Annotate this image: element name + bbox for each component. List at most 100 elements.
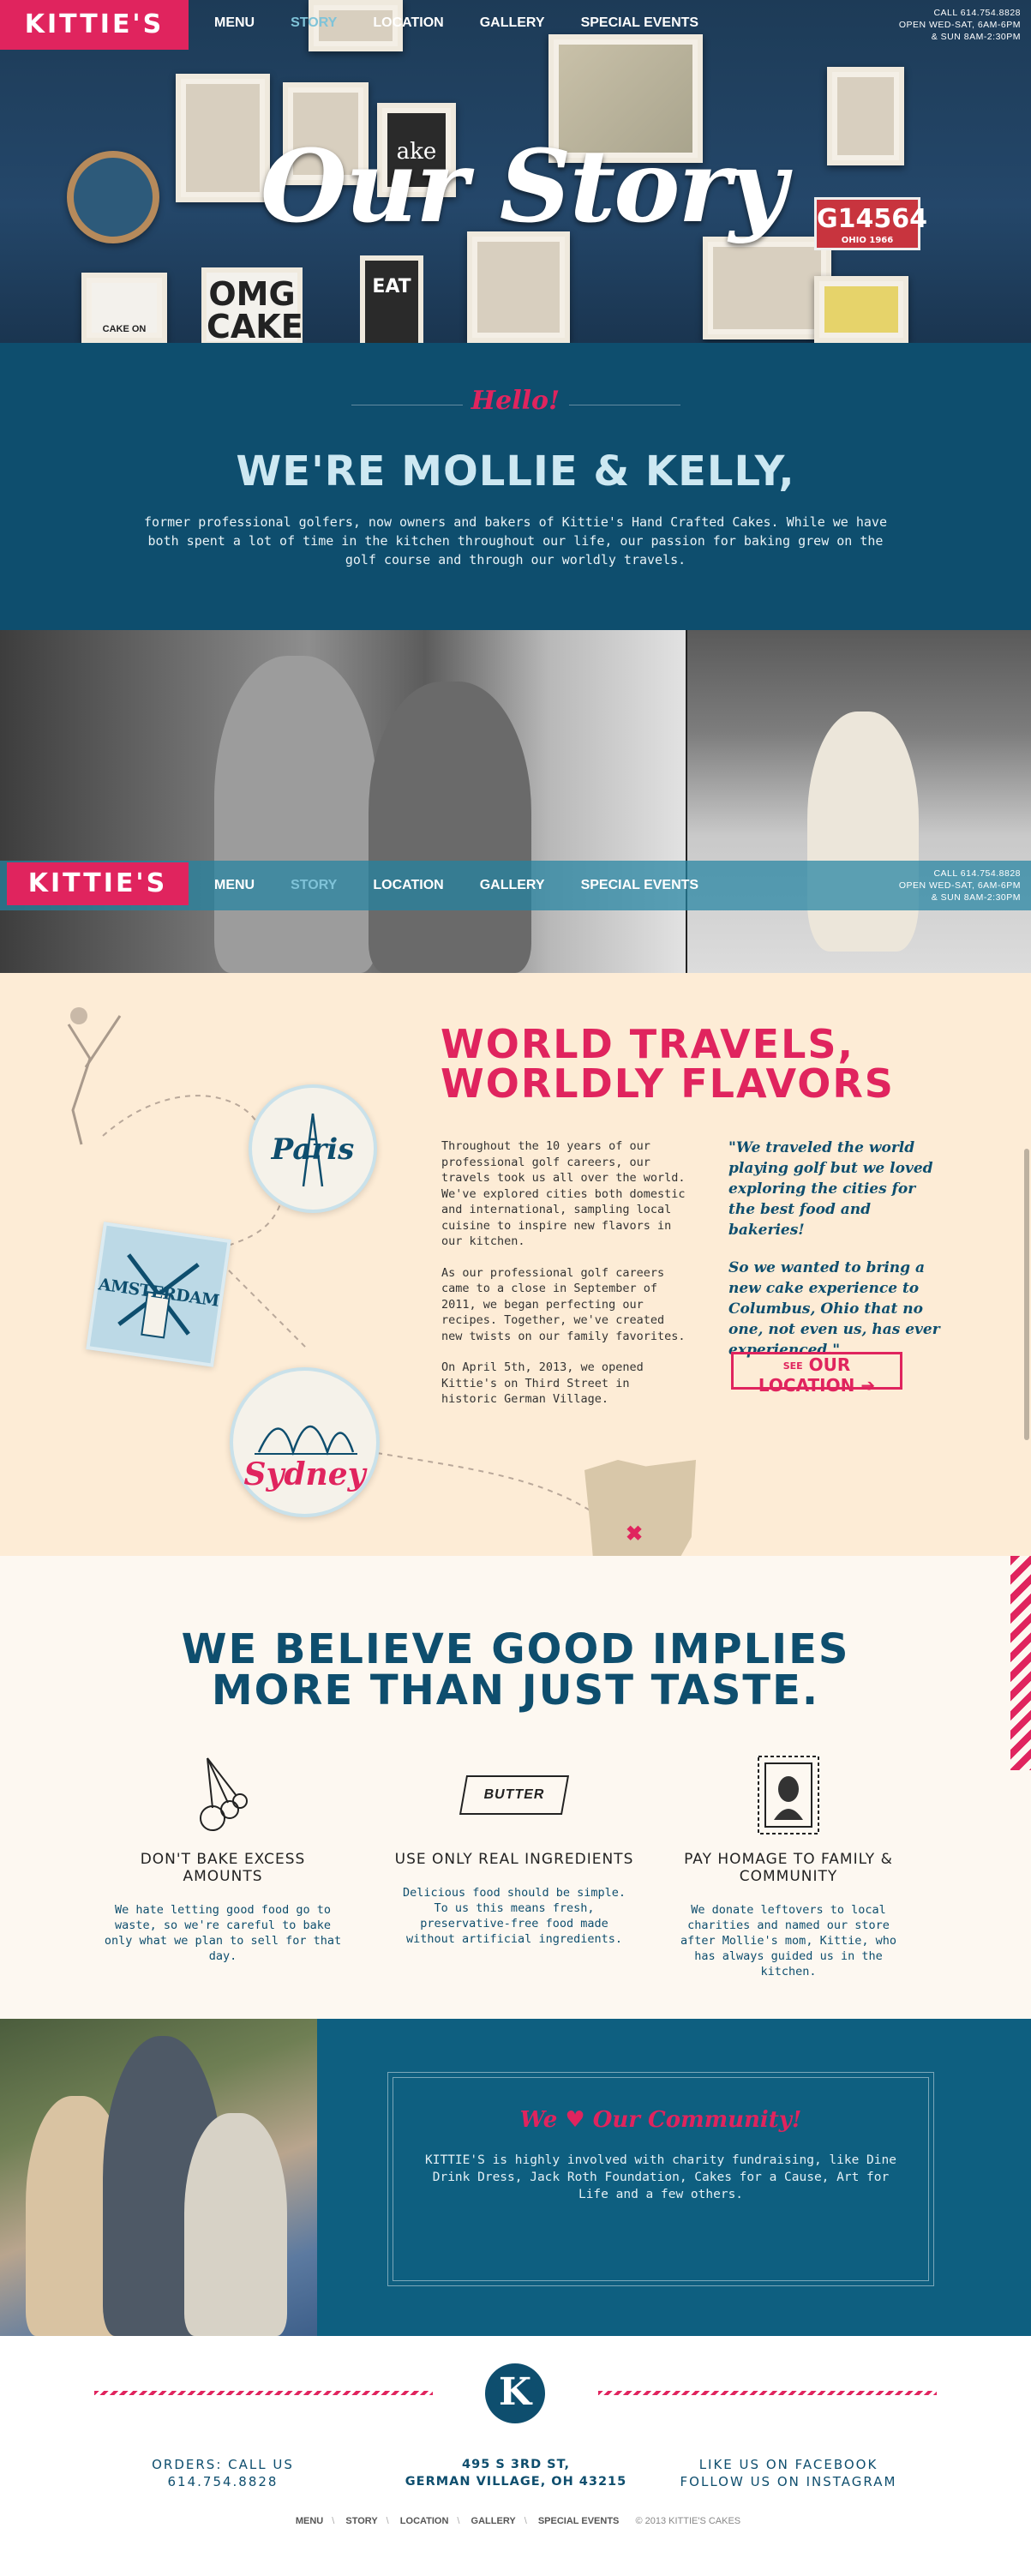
facebook-link[interactable]: LIKE US ON FACEBOOK [660, 2456, 917, 2473]
quote-paragraph: So we wanted to bring a new cake experie… [728, 1259, 940, 1359]
owner-figure [369, 682, 531, 973]
owner-figure [184, 2113, 287, 2336]
value-card: BUTTER USE ONLY REAL INGREDIENTS Delicio… [394, 1755, 634, 1947]
nav-gallery[interactable]: GALLERY [480, 878, 545, 893]
button-label: OUR LOCATION [758, 1354, 855, 1396]
embroidery-hoop [67, 151, 159, 243]
nav-location[interactable]: LOCATION [373, 878, 443, 893]
travels-text: Throughout the 10 years of our professio… [441, 1138, 686, 1408]
amsterdam-stamp: AMSTERDAM [86, 1222, 231, 1367]
owners-photo-band [0, 630, 1031, 973]
travels-heading-line: WORLDLY FLAVORS [441, 1060, 895, 1107]
page-scrollbar[interactable] [1024, 1149, 1029, 1440]
values-heading-line: MORE THAN JUST TASTE. [211, 1666, 820, 1714]
nav-special-events[interactable]: SPECIAL EVENTS [581, 878, 699, 893]
nav-special-events[interactable]: SPECIAL EVENTS [581, 15, 699, 31]
k-logo-badge[interactable]: K [485, 2363, 545, 2423]
separator: \ [457, 2516, 460, 2526]
community-heading: We ♥ Our Community! [388, 2107, 933, 2133]
footer-orders: ORDERS: CALL US 614.754.8828 [111, 2456, 334, 2490]
separator: \ [524, 2516, 527, 2526]
store-hours: CALL 614.754.8828 OPEN WED-SAT, 6AM-6PM … [899, 868, 1021, 904]
butter-label: BUTTER [459, 1775, 570, 1815]
portrait-frame [703, 237, 831, 339]
dog-photo [687, 630, 1031, 973]
footer-address: 495 S 3RD ST, GERMAN VILLAGE, OH 43215 [387, 2456, 644, 2490]
see-our-location-button[interactable]: SEE OUR LOCATION ➔ [731, 1352, 902, 1396]
store-hours: CALL 614.754.8828 OPEN WED-SAT, 6AM-6PM … [899, 7, 1021, 43]
nav-links: MENU STORY LOCATION GALLERY SPECIAL EVEN… [214, 0, 698, 48]
travels-paragraph: As our professional golf careers came to… [441, 1265, 686, 1343]
nav-location[interactable]: LOCATION [373, 15, 443, 31]
orders-phone[interactable]: 614.754.8828 [111, 2473, 334, 2490]
community-photo [0, 2019, 317, 2336]
value-card: PAY HOMAGE TO FAMILY & COMMUNITY We dona… [668, 1755, 908, 1979]
address-street: 495 S 3RD ST, [462, 2458, 570, 2471]
value-text: We hate letting good food go to waste, s… [104, 1903, 342, 1963]
nav-gallery[interactable]: GALLERY [480, 15, 545, 31]
top-navigation: KITTIE'S MENU STORY LOCATION GALLERY SPE… [0, 0, 1031, 50]
community-heading-we: We [519, 2107, 558, 2133]
decorative-dash [94, 2391, 433, 2395]
value-card: DON'T BAKE EXCESS AMOUNTS We hate lettin… [103, 1755, 343, 1964]
intro-text: former professional golfers, now owners … [144, 514, 887, 567]
community-heading-rest: Our Community! [592, 2107, 802, 2133]
separator: \ [386, 2516, 389, 2526]
owners-photo [0, 630, 686, 973]
heart-icon: ♥ [565, 2107, 585, 2133]
travels-heading: WORLD TRAVELS, WORLDLY FLAVORS [441, 1024, 895, 1103]
license-plate-state: OHIO 1966 [841, 236, 894, 245]
owners-quote: "We traveled the world playing golf but … [728, 1138, 941, 1360]
owner-figure [214, 656, 377, 973]
photo-frame [814, 276, 908, 343]
intro-section: Hello! WE'RE MOLLIE & KELLY, former prof… [0, 343, 1031, 630]
footer-link-story[interactable]: STORY [345, 2516, 377, 2526]
page-title: Our Story [260, 129, 787, 245]
community-text: KITTIE'S is highly involved with charity… [425, 2153, 896, 2201]
license-plate-number: G14564 [817, 204, 927, 234]
site-logo[interactable]: KITTIE'S [0, 0, 189, 50]
hours-line: & SUN 8AM-2:30PM [931, 892, 1021, 903]
sticky-navigation: KITTIE'S MENU STORY LOCATION GALLERY SPE… [0, 861, 1031, 910]
footer-link-gallery[interactable]: GALLERY [471, 2516, 516, 2526]
footer-link-location[interactable]: LOCATION [400, 2516, 449, 2526]
button-prefix: SEE [782, 1360, 803, 1372]
footer-social: LIKE US ON FACEBOOK FOLLOW US ON INSTAGR… [660, 2456, 917, 2490]
nav-links: MENU STORY LOCATION GALLERY SPECIAL EVEN… [214, 861, 698, 910]
nav-story[interactable]: STORY [291, 15, 337, 31]
nav-menu[interactable]: MENU [214, 15, 255, 31]
omg-cake-sign: OMG CAKE [201, 267, 303, 343]
phone-line: CALL 614.754.8828 [933, 8, 1021, 18]
site-footer: K ORDERS: CALL US 614.754.8828 495 S 3RD… [0, 2336, 1031, 2576]
separator: \ [332, 2516, 335, 2526]
location-marker-icon: ✖ [626, 1522, 644, 1546]
hero-banner: ake CAKE ON OMG CAKE EAT G14564 OHIO 1966… [0, 0, 1031, 343]
nav-menu[interactable]: MENU [214, 878, 255, 893]
community-callout: We ♥ Our Community! KITTIE'S is highly i… [387, 2072, 934, 2286]
measuring-spoons-icon [103, 1755, 343, 1835]
address-city: GERMAN VILLAGE, OH 43215 [405, 2475, 627, 2489]
nav-story[interactable]: STORY [291, 878, 337, 893]
value-title: DON'T BAKE EXCESS AMOUNTS [140, 1851, 306, 1885]
skull-frame [827, 67, 904, 165]
value-title: PAY HOMAGE TO FAMILY & COMMUNITY [684, 1851, 893, 1885]
golfer-icon [70, 1007, 87, 1024]
sydney-stamp: Sydney [230, 1367, 380, 1517]
community-section: We ♥ Our Community! KITTIE'S is highly i… [0, 2019, 1031, 2336]
values-heading: WE BELIEVE GOOD IMPLIES MORE THAN JUST T… [0, 1629, 1031, 1711]
hours-line: OPEN WED-SAT, 6AM-6PM [898, 20, 1021, 30]
footer-link-menu[interactable]: MENU [296, 2516, 323, 2526]
travels-paragraph: On April 5th, 2013, we opened Kittie's o… [441, 1360, 644, 1406]
eat-cake-sign: EAT [360, 255, 423, 343]
orders-label: ORDERS: CALL US [152, 2457, 294, 2472]
portrait-frame [467, 231, 570, 343]
value-text: Delicious food should be simple. To us t… [402, 1886, 626, 1946]
footer-link-special-events[interactable]: SPECIAL EVENTS [538, 2516, 620, 2526]
site-logo[interactable]: KITTIE'S [7, 862, 189, 905]
sydney-label: Sydney [243, 1456, 366, 1492]
cameo-stamp-icon [668, 1755, 908, 1835]
instagram-link[interactable]: FOLLOW US ON INSTAGRAM [660, 2473, 917, 2490]
intro-heading: WE'RE MOLLIE & KELLY, [236, 447, 795, 495]
value-text: We donate leftovers to local charities a… [680, 1903, 896, 1979]
travels-section: Paris AMSTERDAM Sydney WORLD TRAVELS, WO… [0, 973, 1031, 1556]
